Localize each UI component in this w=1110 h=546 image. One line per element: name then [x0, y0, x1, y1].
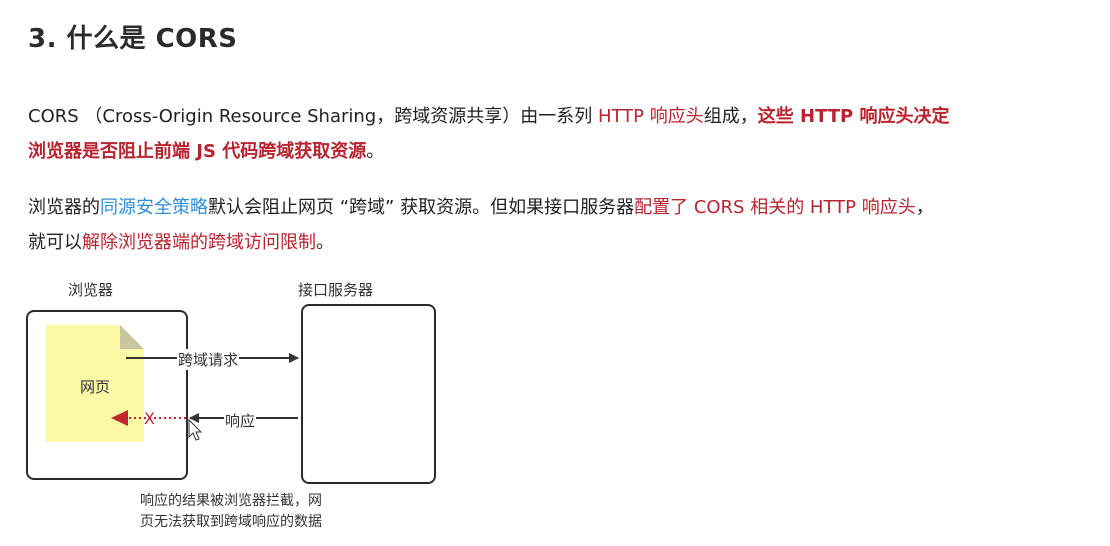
http-headers-highlight: HTTP 响应头	[597, 106, 704, 127]
para1-text-6: 。	[366, 141, 385, 162]
blocked-note: 响应的结果被浏览器拦截，网 页无法获取到跨域响应的数据	[140, 491, 322, 533]
same-origin-policy-highlight: 同源安全策略	[100, 197, 208, 218]
blocked-note-line-2: 页无法获取到跨域响应的数据	[140, 514, 322, 530]
browser-label: 浏览器	[68, 281, 114, 299]
para2-text-6: 就可以	[28, 232, 82, 253]
cors-diagram: 浏览器 接口服务器 网页 跨域请求 响应 X 响应的结果被浏览器拦截，网 页无法…	[0, 268, 520, 546]
server-box	[301, 304, 436, 484]
browser-block-highlight: 浏览器是否阻止前端 JS 代码跨域获取资源	[28, 141, 367, 162]
request-label: 跨域请求	[177, 349, 240, 370]
headers-decide-highlight: 这些 HTTP 响应头决定	[757, 106, 950, 127]
server-label: 接口服务器	[298, 281, 374, 299]
para1-text-1: CORS （Cross-Origin Resource Sharing，跨域资源…	[28, 106, 598, 127]
mouse-cursor-icon	[188, 418, 203, 441]
response-label: 响应	[224, 410, 257, 431]
para2-text-3: 默认会阻止网页 “跨域” 获取资源。但如果接口服务器	[208, 197, 635, 218]
same-origin-paragraph: 浏览器的同源安全策略默认会阻止网页 “跨域” 获取资源。但如果接口服务器配置了 …	[28, 190, 1088, 260]
para1-text-3: 组成，	[703, 106, 758, 127]
blocked-note-line-1: 响应的结果被浏览器拦截，网	[140, 493, 322, 509]
cors-definition-paragraph: CORS （Cross-Origin Resource Sharing，跨域资源…	[28, 99, 1088, 169]
para2-text-8: 。	[316, 232, 334, 253]
lift-restriction-highlight: 解除浏览器端的跨域访问限制	[82, 232, 316, 253]
section-title: 3. 什么是 CORS	[28, 24, 238, 54]
webpage-label: 网页	[80, 378, 111, 396]
para2-text-1: 浏览器的	[28, 197, 100, 218]
cors-config-highlight: 配置了 CORS 相关的 HTTP 响应头	[634, 197, 916, 218]
para2-text-5: ，	[915, 197, 934, 218]
blocked-x-mark: X	[144, 409, 155, 428]
